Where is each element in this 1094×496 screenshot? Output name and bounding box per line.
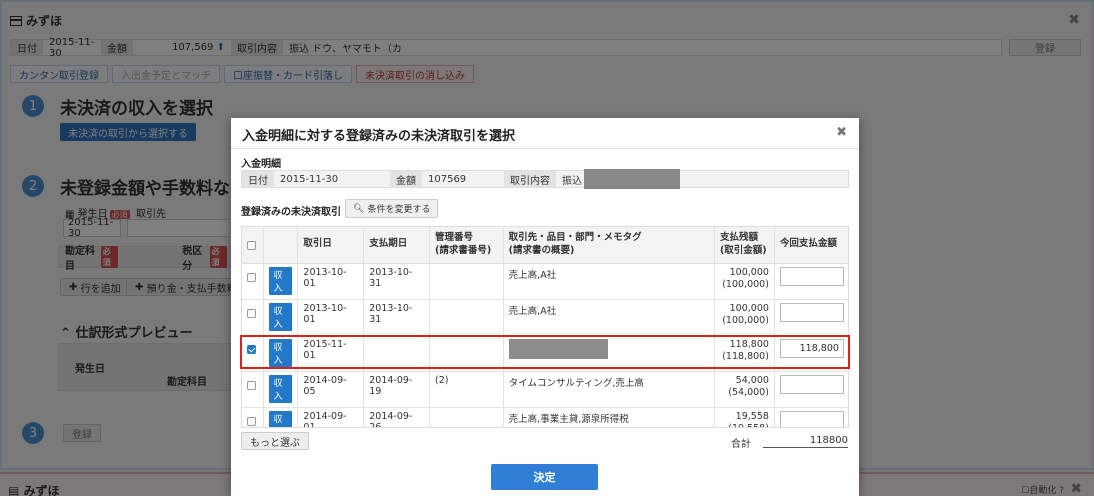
row-date: 2013-10-01 <box>297 299 365 336</box>
row-date: 2014-09-05 <box>297 371 365 408</box>
row-management-number <box>429 407 504 427</box>
row-management-number <box>429 335 504 372</box>
table-row[interactable]: 収入 2013-10-01 2013-10-31 売上高,A社 100,000 (100,… <box>242 299 848 336</box>
modal-title: 入金明細に対する登録済みの未決済取引を選択 <box>242 129 516 144</box>
row-select-cell[interactable] <box>242 335 265 372</box>
total-label: 合計 <box>731 439 751 450</box>
row-management-number: (2) <box>429 371 504 408</box>
row-select-cell[interactable] <box>242 263 265 300</box>
amount-value: 107569 <box>428 173 467 185</box>
row-due-date <box>363 335 431 372</box>
row-balance: 19,558(19,558) <box>714 407 775 427</box>
row-description: 売上高,A社 <box>503 299 715 336</box>
table-row[interactable]: 収入2014-09-012014-09-26 売上高,事業主貸,源泉所得税19,5… <box>242 407 848 427</box>
row-date: 2014-09-01 <box>297 407 365 427</box>
row-due-date: 2013-10-31 <box>363 263 431 300</box>
row-description: 売上高,A社 <box>503 263 715 300</box>
income-badge: 収入 <box>269 266 293 295</box>
row-due-date: 2014-09-26 <box>363 407 431 427</box>
pay-amount-input[interactable] <box>779 266 844 286</box>
row-date: 2013-10-01 <box>297 263 365 300</box>
pay-amount-input[interactable] <box>779 374 844 394</box>
row-type-cell: 収入 <box>263 335 299 372</box>
select-all-header[interactable] <box>242 227 265 264</box>
select-more-button[interactable]: もっと選ぶ <box>241 432 309 450</box>
total-value: 118800 <box>763 435 848 448</box>
col-due-date: 支払期日 <box>363 227 431 264</box>
row-balance: 118,800 (118,800) <box>714 335 775 372</box>
content-label: 取引内容 <box>504 171 556 187</box>
row-pay-cell <box>774 299 848 336</box>
row-date: 2015-11-01 <box>297 335 365 372</box>
col-partner-desc: 取引先・品目・部門・メモタグ (請求書の概要) <box>503 227 715 264</box>
row-select-cell[interactable] <box>242 371 265 408</box>
content-value: 振込 <box>562 175 582 187</box>
table-row[interactable]: 収入 2014-09-05 2014-09-19 (2) タイムコンサルティング,売上高… <box>242 371 848 408</box>
pay-amount-input[interactable] <box>779 410 844 427</box>
redacted-block <box>508 338 608 359</box>
table-header-row: 取引日 支払期日 管理番号 (請求書番号) 取引先・品目・部門・メモタグ (請求… <box>242 227 848 264</box>
pay-amount-input[interactable]: 118,800 <box>779 338 844 358</box>
date-value: 2015-11-30 <box>274 171 390 187</box>
amount-label: 金額 <box>390 171 422 187</box>
table-row[interactable]: 収入 2015-11-01 118,800 (118,800) 118,800 <box>242 335 848 372</box>
table-row[interactable]: 収入 2013-10-01 2013-10-31 売上高,A社 100,000 (100,… <box>242 263 848 300</box>
pay-amount-input[interactable] <box>779 302 844 322</box>
row-management-number <box>429 263 504 300</box>
row-type-cell: 収入 <box>263 299 299 336</box>
search-icon: 🔍︎ <box>353 203 365 214</box>
select-all-checkbox[interactable] <box>247 240 256 250</box>
deposit-detail-heading: 入金明細 <box>241 159 281 170</box>
row-type-cell: 収入 <box>263 371 299 408</box>
row-checkbox[interactable] <box>247 380 256 390</box>
row-description: タイムコンサルティング,売上高 <box>503 371 715 408</box>
confirm-button[interactable]: 決定 <box>491 464 598 490</box>
row-type-cell: 収入 <box>263 407 299 427</box>
registered-unsettled-heading: 登録済みの未決済取引 <box>241 207 341 218</box>
row-pay-cell <box>774 371 848 408</box>
row-pay-cell: 118,800 <box>774 335 848 372</box>
col-transaction-date: 取引日 <box>297 227 365 264</box>
row-management-number <box>429 299 504 336</box>
row-checkbox[interactable] <box>247 344 256 354</box>
row-type-cell: 収入 <box>263 263 299 300</box>
row-pay-cell <box>774 407 848 427</box>
change-condition-button[interactable]: 🔍︎ 条件を変更する <box>345 199 439 218</box>
divider <box>231 148 859 149</box>
row-balance: 100,000 (100,000) <box>714 263 775 300</box>
income-badge: 収入 <box>269 302 293 331</box>
row-checkbox[interactable] <box>247 308 256 318</box>
col-pay-amount: 今回支払金額 <box>774 227 848 264</box>
row-select-cell[interactable] <box>242 407 265 427</box>
row-balance: 100,000 (100,000) <box>714 299 775 336</box>
redacted-block <box>584 169 680 189</box>
row-balance: 54,000 (54,000) <box>714 371 775 408</box>
row-due-date: 2014-09-19 <box>363 371 431 408</box>
type-header <box>263 227 299 264</box>
col-balance: 支払残額 (取引金額) <box>714 227 775 264</box>
date-label: 日付 <box>242 171 274 187</box>
row-checkbox[interactable] <box>247 416 256 426</box>
income-badge: 収入 <box>269 374 293 403</box>
deposit-info-row: 日付 2015-11-30 金額 107569 取引内容 振込 <box>241 169 849 189</box>
row-description <box>503 335 715 372</box>
row-due-date: 2013-10-31 <box>363 299 431 336</box>
row-pay-cell <box>774 263 848 300</box>
close-icon[interactable]: ✖ <box>836 125 847 140</box>
row-description: 売上高,事業主貸,源泉所得税 <box>503 407 715 427</box>
row-select-cell[interactable] <box>242 299 265 336</box>
unsettled-table: 取引日 支払期日 管理番号 (請求書番号) 取引先・品目・部門・メモタグ (請求… <box>241 226 849 428</box>
income-badge: 収入 <box>269 410 293 427</box>
select-unsettled-modal: 入金明細に対する登録済みの未決済取引を選択 ✖ 入金明細 日付 2015-11-… <box>231 118 859 496</box>
row-checkbox[interactable] <box>247 272 256 282</box>
col-management-number: 管理番号 (請求書番号) <box>429 227 504 264</box>
income-badge: 収入 <box>269 338 293 367</box>
